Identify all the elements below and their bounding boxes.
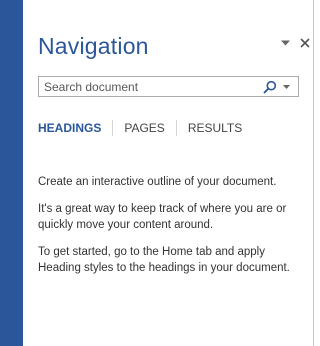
tab-headings[interactable]: HEADINGS xyxy=(38,121,101,135)
pane-right-divider xyxy=(313,0,314,346)
window-left-border xyxy=(0,0,23,346)
navigation-pane: Navigation HEADINGS PAGES RESULTS Create… xyxy=(23,0,313,346)
tab-divider xyxy=(112,120,114,136)
help-paragraph: To get started, go to the Home tab and a… xyxy=(38,246,290,274)
pane-title-controls xyxy=(280,36,311,50)
chevron-down-icon[interactable] xyxy=(280,39,291,47)
search-input[interactable] xyxy=(39,77,259,96)
pane-title: Navigation xyxy=(38,33,149,59)
close-icon[interactable] xyxy=(299,37,311,49)
search-box xyxy=(38,76,299,97)
headings-help-text: Create an interactive outline of your do… xyxy=(38,174,308,287)
help-paragraph: It's a great way to keep track of where … xyxy=(38,203,287,231)
help-paragraph: Create an interactive outline of your do… xyxy=(38,176,277,188)
tab-divider xyxy=(175,120,177,136)
tab-pages[interactable]: PAGES xyxy=(124,121,164,135)
search-options-chevron-icon[interactable] xyxy=(282,84,291,90)
tab-results[interactable]: RESULTS xyxy=(188,121,242,135)
search-icon[interactable] xyxy=(263,80,277,94)
navigation-tabs: HEADINGS PAGES RESULTS xyxy=(38,119,242,137)
